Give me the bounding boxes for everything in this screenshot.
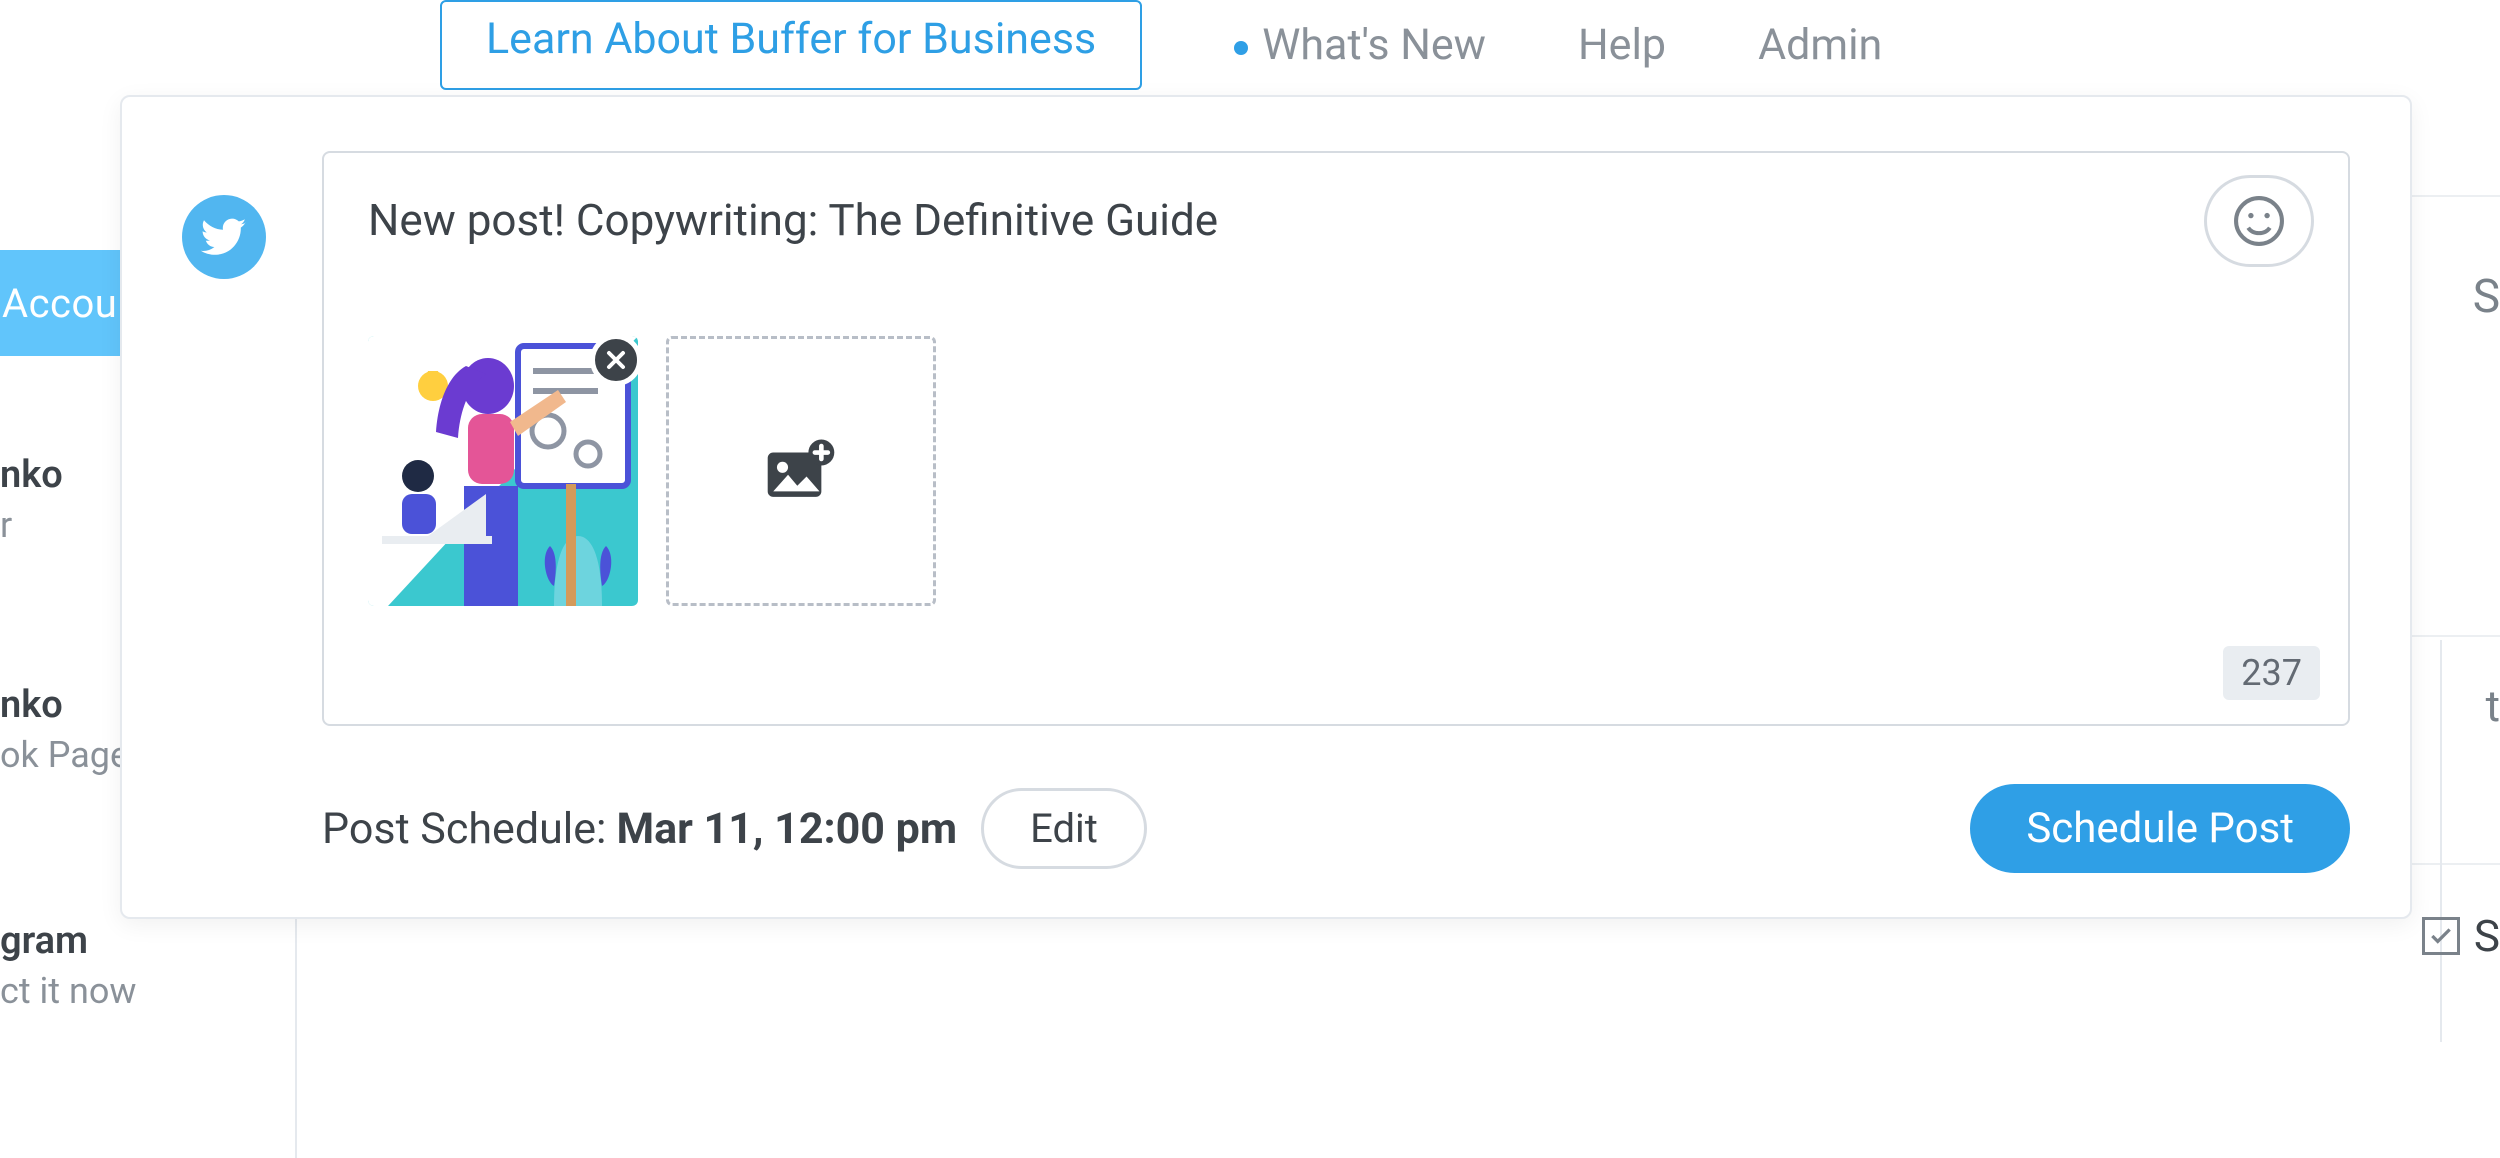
twitter-icon	[200, 213, 248, 261]
nav-buffer-business-link[interactable]: Learn About Buffer for Business	[440, 0, 1142, 90]
check-icon	[2428, 923, 2454, 949]
add-image-button[interactable]	[666, 336, 936, 606]
edge-select-row: S	[2422, 910, 2500, 962]
sidebar-account-subtitle: ct it now	[0, 967, 300, 1016]
image-add-icon	[764, 439, 838, 503]
sidebar-account-item[interactable]: gram ct it now	[0, 916, 300, 1016]
smile-icon	[2232, 194, 2286, 248]
top-nav: Learn About Buffer for Business What's N…	[440, 0, 1882, 90]
nav-whats-new-label: What's New	[1262, 20, 1486, 70]
sidebar-account-title: gram	[0, 916, 300, 967]
edge-label-right-top: S	[2473, 270, 2500, 324]
remove-image-button[interactable]	[590, 334, 642, 386]
composer-footer: Post Schedule: Mar 11, 12:00 pm Edit Sch…	[322, 784, 2350, 873]
checkbox[interactable]	[2422, 917, 2460, 955]
network-twitter-badge[interactable]	[182, 195, 266, 279]
post-composer-modal: New post! Copywriting: The Definitive Gu…	[120, 95, 2412, 919]
layout-divider-vertical	[2440, 640, 2442, 1042]
nav-whats-new-link[interactable]: What's New	[1234, 20, 1486, 70]
post-text-input[interactable]: New post! Copywriting: The Definitive Gu…	[368, 191, 2114, 250]
edge-label-right-bottom: S	[2474, 910, 2500, 962]
attachments-row	[368, 336, 2304, 606]
edge-label-right-mid: t	[2486, 680, 2500, 732]
schedule-post-button[interactable]: Schedule Post	[1970, 784, 2350, 873]
schedule-label: Post Schedule:	[322, 804, 606, 854]
close-icon	[604, 348, 628, 372]
dot-icon	[1234, 41, 1248, 55]
emoji-picker-button[interactable]	[2204, 175, 2314, 267]
edit-schedule-button[interactable]: Edit	[981, 788, 1147, 869]
character-count: 237	[2223, 646, 2320, 700]
nav-admin-link[interactable]: Admin	[1758, 20, 1882, 70]
nav-help-link[interactable]: Help	[1578, 20, 1666, 70]
schedule-date: Mar 11, 12:00 pm	[616, 804, 957, 854]
attached-image-thumb[interactable]	[368, 336, 638, 606]
post-text-container: New post! Copywriting: The Definitive Gu…	[322, 151, 2350, 726]
